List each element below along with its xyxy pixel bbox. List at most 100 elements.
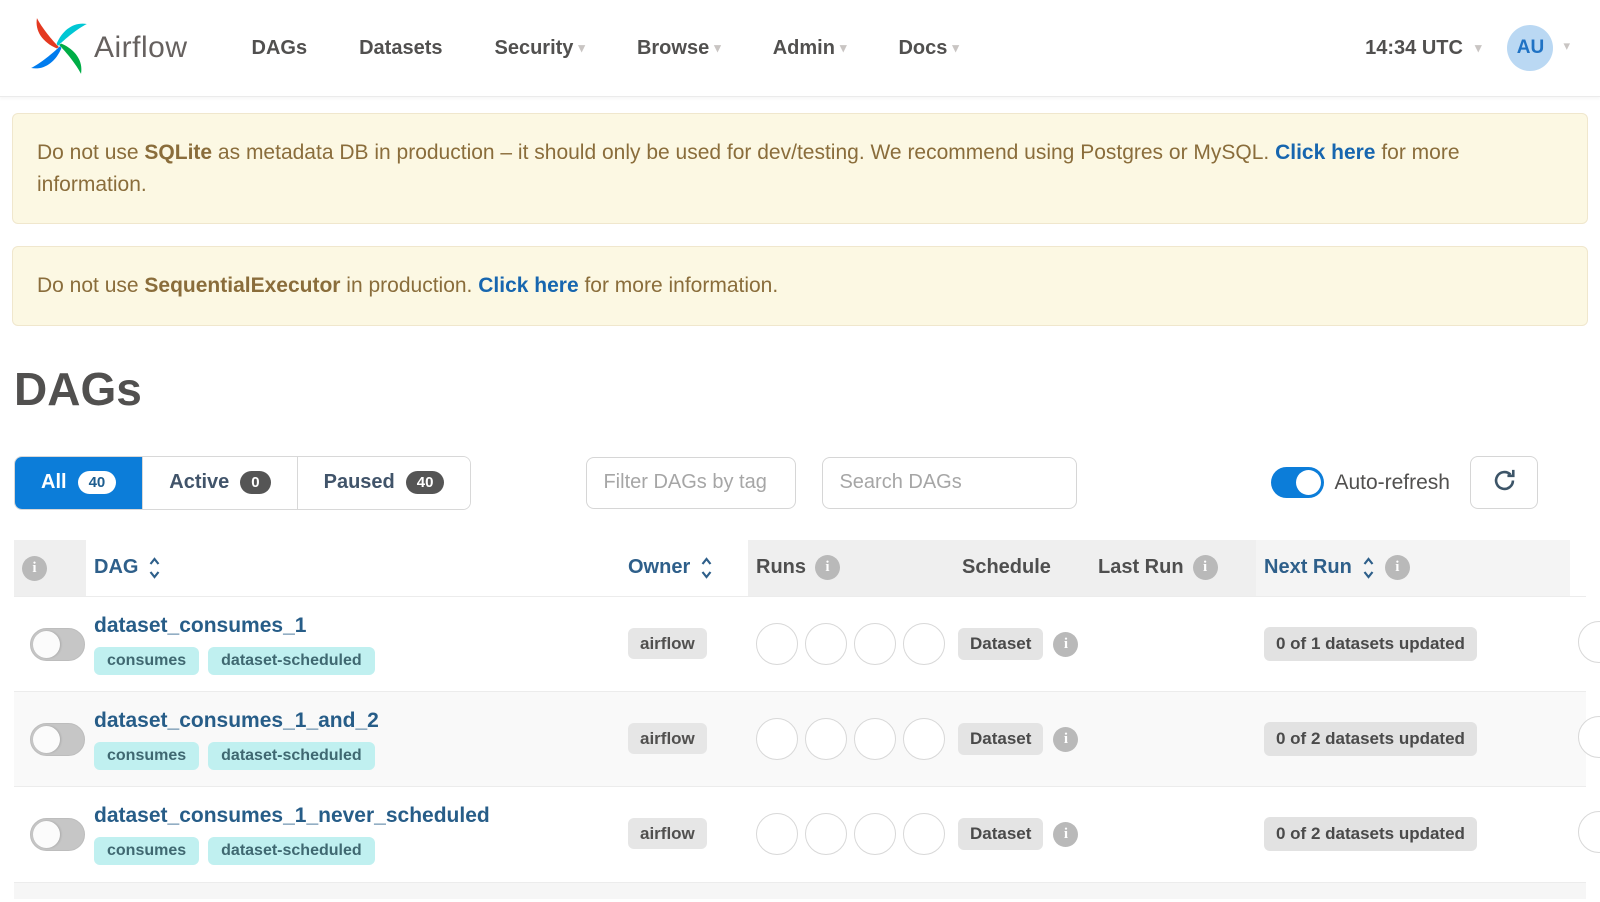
success-runs-circle[interactable]	[854, 813, 896, 856]
next-row-partial	[14, 881, 1586, 899]
failed-runs-circle[interactable]	[903, 623, 945, 665]
sort-by-dag-header[interactable]: DAG	[94, 556, 138, 579]
dag-pause-toggle[interactable]	[30, 722, 85, 756]
owner-badge[interactable]: airflow	[628, 723, 707, 754]
chevron-down-icon: ▾	[578, 39, 585, 55]
tab-paused[interactable]: Paused 40	[297, 456, 471, 509]
alert-strong-text: SequentialExecutor	[144, 274, 341, 297]
chevron-down-icon: ▾	[952, 39, 959, 55]
refresh-icon	[1491, 467, 1518, 499]
success-runs-circle[interactable]	[854, 623, 896, 665]
tab-active[interactable]: Active 0	[143, 456, 298, 509]
alert-strong-text: SQLite	[144, 141, 213, 164]
task-status-circle[interactable]	[1578, 620, 1600, 663]
dag-link[interactable]: dataset_consumes_1_never_scheduled	[94, 804, 490, 828]
queued-runs-circle[interactable]	[756, 623, 798, 665]
nav-item-browse[interactable]: Browse ▾	[637, 37, 721, 60]
dag-link[interactable]: dataset_consumes_1	[94, 614, 306, 638]
info-icon[interactable]: i	[1053, 631, 1079, 657]
sort-arrows-icon[interactable]	[147, 554, 162, 582]
run-status-circles	[756, 813, 945, 856]
next-run-badge: 0 of 2 datasets updated	[1264, 722, 1477, 756]
nav-item-docs[interactable]: Docs ▾	[898, 37, 958, 60]
info-icon[interactable]: i	[1192, 555, 1218, 581]
airflow-pinwheel-icon	[30, 17, 88, 80]
running-runs-circle[interactable]	[805, 813, 847, 856]
alert-text: in production.	[340, 274, 479, 297]
toggle-knob	[33, 820, 60, 848]
running-runs-circle[interactable]	[805, 718, 847, 760]
schedule-badge[interactable]: Dataset	[958, 628, 1044, 660]
refresh-button[interactable]	[1470, 456, 1538, 509]
navbar-right: 14:34 UTC ▾ AU ▾	[1365, 25, 1570, 71]
schedule-badge[interactable]: Dataset	[958, 723, 1044, 755]
dag-link[interactable]: dataset_consumes_1_and_2	[94, 709, 379, 733]
info-icon[interactable]: i	[815, 555, 840, 581]
dag-tag[interactable]: dataset-scheduled	[208, 646, 375, 675]
queued-runs-circle[interactable]	[756, 813, 798, 856]
info-icon[interactable]: i	[1053, 726, 1079, 752]
tag-filter-input[interactable]	[586, 456, 797, 509]
task-status-circle[interactable]	[1578, 810, 1600, 853]
sqlite-warning-banner: Do not use SQLite as metadata DB in prod…	[12, 113, 1588, 224]
next-run-badge: 0 of 1 datasets updated	[1264, 627, 1477, 661]
sort-arrows-icon[interactable]	[699, 554, 714, 582]
task-status-circle[interactable]	[1578, 715, 1600, 758]
airflow-brand[interactable]: Airflow	[30, 17, 188, 80]
alert-text: for more information.	[578, 274, 779, 297]
tab-count-badge: 40	[405, 471, 445, 494]
failed-runs-circle[interactable]	[903, 718, 945, 760]
auto-refresh-toggle[interactable]	[1271, 467, 1325, 498]
nav-item-admin[interactable]: Admin ▾	[773, 37, 847, 60]
tab-count-badge: 0	[240, 471, 271, 494]
info-icon[interactable]: i	[1384, 555, 1410, 581]
dag-tag[interactable]: consumes	[94, 741, 200, 770]
dag-tag[interactable]: consumes	[94, 646, 200, 675]
running-runs-circle[interactable]	[805, 623, 847, 665]
chevron-down-icon: ▾	[1474, 39, 1482, 55]
alert-text: as metadata DB in production – it should…	[212, 141, 1276, 164]
dags-table: i DAG Owner Runs i Schedule Last Run i N…	[14, 539, 1600, 882]
nav-menu: DAGs Datasets Security ▾ Browse ▾ Admin ▾ D…	[252, 37, 959, 60]
sort-by-next-run-header[interactable]: Next Run	[1264, 556, 1352, 579]
dag-tag[interactable]: dataset-scheduled	[208, 741, 375, 770]
info-icon[interactable]: i	[1053, 821, 1079, 847]
sort-by-owner-header[interactable]: Owner	[628, 556, 690, 579]
click-here-link[interactable]: Click here	[1275, 141, 1375, 164]
failed-runs-circle[interactable]	[903, 813, 945, 856]
nav-item-datasets[interactable]: Datasets	[359, 37, 442, 60]
schedule-header: Schedule	[962, 556, 1051, 579]
auto-refresh-group: Auto-refresh	[1271, 456, 1538, 509]
dag-pause-toggle[interactable]	[30, 817, 85, 851]
dag-row: dataset_consumes_1_and_2 consumes datase…	[14, 691, 1600, 787]
owner-badge[interactable]: airflow	[628, 628, 707, 659]
dag-tag[interactable]: consumes	[94, 836, 200, 865]
tab-all[interactable]: All 40	[15, 456, 144, 509]
run-status-circles	[756, 623, 945, 665]
success-runs-circle[interactable]	[854, 718, 896, 760]
dag-row: dataset_consumes_1 consumes dataset-sche…	[14, 596, 1600, 692]
toggle-knob	[33, 630, 60, 658]
dags-toolbar: All 40 Active 0 Paused 40 Auto-refresh	[14, 455, 1586, 510]
runs-header: Runs	[756, 556, 806, 579]
owner-badge[interactable]: airflow	[628, 818, 707, 850]
dag-pause-toggle[interactable]	[30, 627, 85, 661]
clock-dropdown[interactable]: 14:34 UTC ▾	[1365, 37, 1481, 60]
nav-item-security[interactable]: Security ▾	[494, 37, 584, 60]
brand-name: Airflow	[94, 31, 188, 64]
nav-item-dags[interactable]: DAGs	[252, 37, 308, 60]
tab-label: All	[41, 471, 67, 493]
schedule-badge[interactable]: Dataset	[958, 818, 1044, 851]
search-dags-input[interactable]	[822, 456, 1078, 509]
queued-runs-circle[interactable]	[756, 718, 798, 760]
tab-count-badge: 40	[77, 471, 117, 494]
chevron-down-icon[interactable]: ▾	[1563, 38, 1570, 54]
info-icon[interactable]: i	[22, 555, 47, 581]
sort-arrows-icon[interactable]	[1361, 554, 1376, 582]
click-here-link[interactable]: Click here	[478, 274, 578, 297]
tab-label: Paused	[323, 471, 395, 493]
user-avatar[interactable]: AU	[1507, 25, 1554, 71]
chevron-down-icon: ▾	[714, 39, 721, 55]
dag-tag[interactable]: dataset-scheduled	[208, 836, 375, 865]
toggle-knob	[33, 725, 60, 753]
